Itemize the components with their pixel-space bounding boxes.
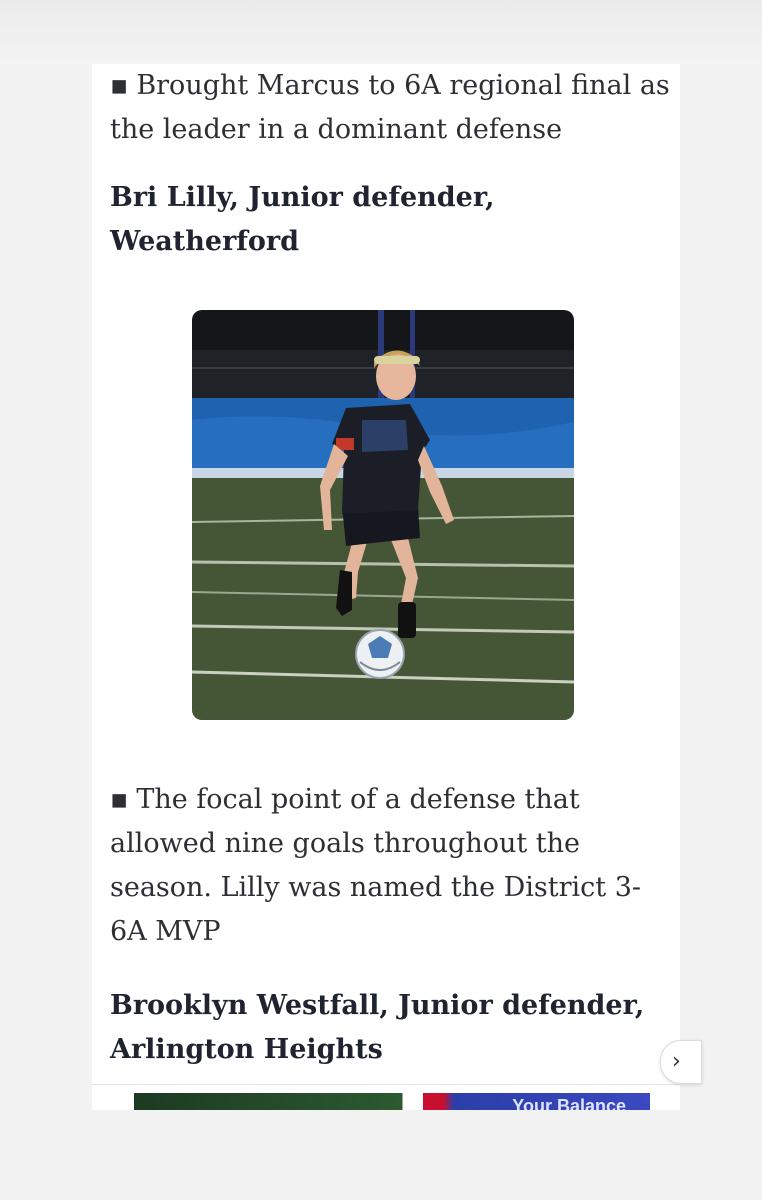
ad-banner-text: Your Balance [512,1096,626,1110]
article-paragraph-2: ▪ The focal point of a defense that allow… [110,778,670,954]
soccer-player-image [192,310,574,720]
player-heading-bri-lilly: Bri Lilly, Junior defender, Weatherford [110,182,495,257]
player-photo[interactable] [192,310,574,720]
chevron-right-icon: › [672,1049,681,1074]
bullet-marker: ▪ [110,70,129,101]
next-article-button[interactable]: › [660,1040,702,1084]
article-paragraph-1: ▪ Brought Marcus to 6A regional final as … [110,64,670,152]
player-heading-brooklyn-westfall: Brooklyn Westfall, Junior defender, Arli… [110,990,645,1065]
article-body: ▪ Brought Marcus to 6A regional final as … [92,64,680,1110]
bullet-marker: ▪ [110,784,129,815]
ad-banner[interactable]: Your Balance [134,1093,650,1110]
top-edge-shade [0,0,762,64]
paragraph-2-text: The focal point of a defense that allowe… [110,784,642,947]
paragraph-1-text: Brought Marcus to 6A regional final as t… [110,70,670,145]
